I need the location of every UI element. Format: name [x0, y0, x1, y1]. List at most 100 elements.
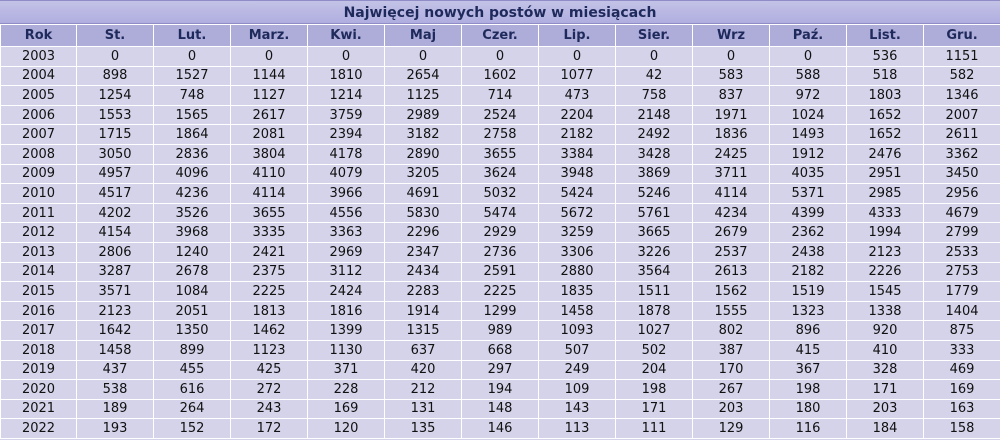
post-count-cell: 1254 — [76, 85, 154, 106]
post-count-cell: 2806 — [76, 241, 154, 263]
post-count-cell: 469 — [923, 359, 1000, 381]
post-count-cell: 4110 — [230, 163, 308, 185]
year-cell: 2014 — [0, 261, 77, 283]
post-count-cell: 2007 — [923, 104, 1000, 126]
post-count-cell: 3362 — [923, 143, 1000, 165]
post-count-cell: 2476 — [846, 143, 924, 165]
post-count-cell: 2081 — [230, 124, 308, 145]
post-count-cell: 748 — [153, 85, 231, 106]
column-header-month: Marz. — [230, 24, 308, 47]
post-count-cell: 189 — [76, 398, 154, 420]
post-count-cell: 972 — [769, 85, 847, 106]
post-count-cell: 420 — [384, 359, 462, 381]
post-count-cell: 172 — [230, 418, 308, 439]
year-cell: 2016 — [0, 300, 77, 322]
post-count-cell: 837 — [692, 85, 770, 106]
table-body: 2003 0 0 0 0 0 0 0 0 0 0 536 1151 2004 898 1527 1144 1810… — [0, 46, 1000, 439]
post-count-cell: 5672 — [538, 202, 616, 224]
post-count-cell: 203 — [846, 398, 924, 420]
year-cell: 2020 — [0, 379, 77, 400]
post-count-cell: 2654 — [384, 65, 462, 87]
post-count-cell: 1642 — [76, 320, 154, 341]
post-count-cell: 184 — [846, 418, 924, 439]
table-row: 2007 1715 1864 2081 2394 3182 2758 2182 2492 1836… — [0, 124, 1000, 145]
post-count-cell: 0 — [307, 46, 385, 67]
post-count-cell: 5761 — [615, 202, 693, 224]
post-count-cell: 1971 — [692, 104, 770, 126]
post-count-cell: 4957 — [76, 163, 154, 185]
post-count-cell: 169 — [307, 398, 385, 420]
post-count-cell: 1519 — [769, 281, 847, 302]
post-count-cell: 135 — [384, 418, 462, 439]
table-row: 2012 4154 3968 3335 3363 2296 2929 3259 3665 2679… — [0, 222, 1000, 243]
post-count-cell: 637 — [384, 339, 462, 361]
table-row: 2015 3571 1084 2225 2424 2283 2225 1835 1511 1562… — [0, 281, 1000, 302]
post-count-cell: 1813 — [230, 300, 308, 322]
table-row: 2009 4957 4096 4110 4079 3205 3624 3948 3869 3711… — [0, 163, 1000, 185]
post-count-cell: 116 — [769, 418, 847, 439]
post-count-cell: 2880 — [538, 261, 616, 283]
post-count-cell: 1779 — [923, 281, 1000, 302]
year-cell: 2009 — [0, 163, 77, 185]
year-cell: 2004 — [0, 65, 77, 87]
post-count-cell: 3655 — [230, 202, 308, 224]
post-count-cell: 2123 — [846, 241, 924, 263]
post-count-cell: 3182 — [384, 124, 462, 145]
post-count-cell: 4399 — [769, 202, 847, 224]
post-count-cell: 758 — [615, 85, 693, 106]
post-count-cell: 2736 — [461, 241, 539, 263]
post-count-cell: 3571 — [76, 281, 154, 302]
post-count-cell: 113 — [538, 418, 616, 439]
post-count-cell: 1914 — [384, 300, 462, 322]
table-row: 2006 1553 1565 2617 3759 2989 2524 2204 2148 1971… — [0, 104, 1000, 126]
table-row: 2018 1458 899 1123 1130 637 668 507 502 387 415 410… — [0, 339, 1000, 361]
post-count-cell: 3564 — [615, 261, 693, 283]
year-cell: 2005 — [0, 85, 77, 106]
post-count-cell: 2929 — [461, 222, 539, 243]
post-count-cell: 4114 — [692, 183, 770, 204]
post-count-cell: 899 — [153, 339, 231, 361]
post-count-cell: 3363 — [307, 222, 385, 243]
post-count-cell: 2296 — [384, 222, 462, 243]
posts-per-month-panel: Najwięcej nowych postów w miesiącach Rok… — [0, 0, 1000, 440]
post-count-cell: 1810 — [307, 65, 385, 87]
post-count-cell: 1555 — [692, 300, 770, 322]
column-header-month: List. — [846, 24, 924, 47]
post-count-cell: 3384 — [538, 143, 616, 165]
post-count-cell: 2591 — [461, 261, 539, 283]
post-count-cell: 2611 — [923, 124, 1000, 145]
post-count-cell: 2758 — [461, 124, 539, 145]
post-count-cell: 1458 — [76, 339, 154, 361]
post-count-cell: 2678 — [153, 261, 231, 283]
post-count-cell: 714 — [461, 85, 539, 106]
post-count-cell: 1462 — [230, 320, 308, 341]
post-count-cell: 4679 — [923, 202, 1000, 224]
post-count-cell: 3869 — [615, 163, 693, 185]
post-count-cell: 1404 — [923, 300, 1000, 322]
post-count-cell: 1077 — [538, 65, 616, 87]
post-count-cell: 0 — [538, 46, 616, 67]
post-count-cell: 2492 — [615, 124, 693, 145]
post-count-cell: 1816 — [307, 300, 385, 322]
post-count-cell: 2225 — [461, 281, 539, 302]
post-count-cell: 1346 — [923, 85, 1000, 106]
post-count-cell: 0 — [76, 46, 154, 67]
post-count-cell: 1315 — [384, 320, 462, 341]
post-count-cell: 5032 — [461, 183, 539, 204]
post-count-cell: 169 — [923, 379, 1000, 400]
column-header-month: Wrz — [692, 24, 770, 47]
post-count-cell: 3804 — [230, 143, 308, 165]
post-count-cell: 3050 — [76, 143, 154, 165]
post-count-cell: 2537 — [692, 241, 770, 263]
post-count-cell: 3966 — [307, 183, 385, 204]
post-count-cell: 243 — [230, 398, 308, 420]
post-count-cell: 5246 — [615, 183, 693, 204]
year-cell: 2007 — [0, 124, 77, 145]
post-count-cell: 1027 — [615, 320, 693, 341]
post-count-cell: 131 — [384, 398, 462, 420]
post-count-cell: 1493 — [769, 124, 847, 145]
post-count-cell: 4202 — [76, 202, 154, 224]
post-count-cell: 1553 — [76, 104, 154, 126]
year-cell: 2011 — [0, 202, 77, 224]
column-header-month: Paź. — [769, 24, 847, 47]
